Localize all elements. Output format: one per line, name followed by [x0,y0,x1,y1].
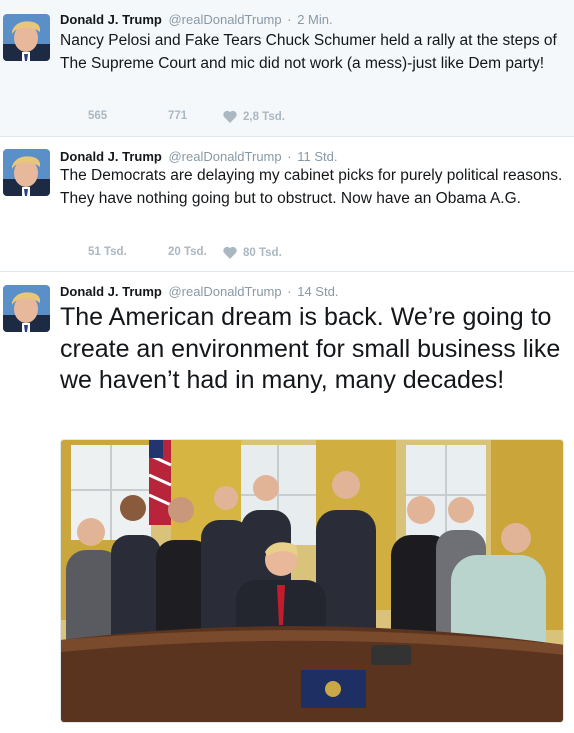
tweet[interactable]: Donald J. Trump @realDonaldTrump · 11 St… [0,137,574,272]
timestamp[interactable]: 14 Std. [297,284,338,299]
heart-icon [223,246,237,259]
oval-office-photo [61,440,563,722]
heart-icon [223,110,237,123]
author-name[interactable]: Donald J. Trump [60,12,162,27]
avatar[interactable] [3,149,50,196]
author-handle[interactable]: @realDonaldTrump [168,12,281,27]
avatar[interactable] [3,14,50,61]
avatar[interactable] [3,285,50,332]
author-name[interactable]: Donald J. Trump [60,149,162,164]
tweet[interactable]: Donald J. Trump @realDonaldTrump · 2 Min… [0,0,574,137]
like-count: 80 Tsd. [243,246,282,259]
reply-count[interactable]: 20 Tsd. [168,246,207,258]
retweet-count[interactable]: 565 [88,110,107,122]
author-handle[interactable]: @realDonaldTrump [168,149,281,164]
tweet-header: Donald J. Trump @realDonaldTrump · 14 St… [60,284,338,299]
like-count: 2,8 Tsd. [243,110,285,123]
separator: · [287,284,292,299]
like-button[interactable]: 2,8 Tsd. [223,110,285,123]
timestamp[interactable]: 2 Min. [297,12,332,27]
tweet-text: The Democrats are delaying my cabinet pi… [60,167,563,207]
like-button[interactable]: 80 Tsd. [223,246,282,259]
tweet-text: The American dream is back. We’re going … [60,303,561,394]
retweet-count[interactable]: 51 Tsd. [88,246,127,258]
tweet-header: Donald J. Trump @realDonaldTrump · 2 Min… [60,12,333,27]
timeline: Donald J. Trump @realDonaldTrump · 2 Min… [0,0,574,733]
tweet-photo[interactable] [60,439,564,723]
tweet[interactable]: Donald J. Trump @realDonaldTrump · 14 St… [0,272,574,733]
reply-count[interactable]: 771 [168,110,187,122]
author-name[interactable]: Donald J. Trump [60,284,162,299]
tweet-header: Donald J. Trump @realDonaldTrump · 11 St… [60,149,337,164]
separator: · [287,12,292,27]
tweet-text: Nancy Pelosi and Fake Tears Chuck Schume… [60,32,557,72]
timestamp[interactable]: 11 Std. [297,149,337,164]
author-handle[interactable]: @realDonaldTrump [168,284,281,299]
separator: · [287,149,292,164]
